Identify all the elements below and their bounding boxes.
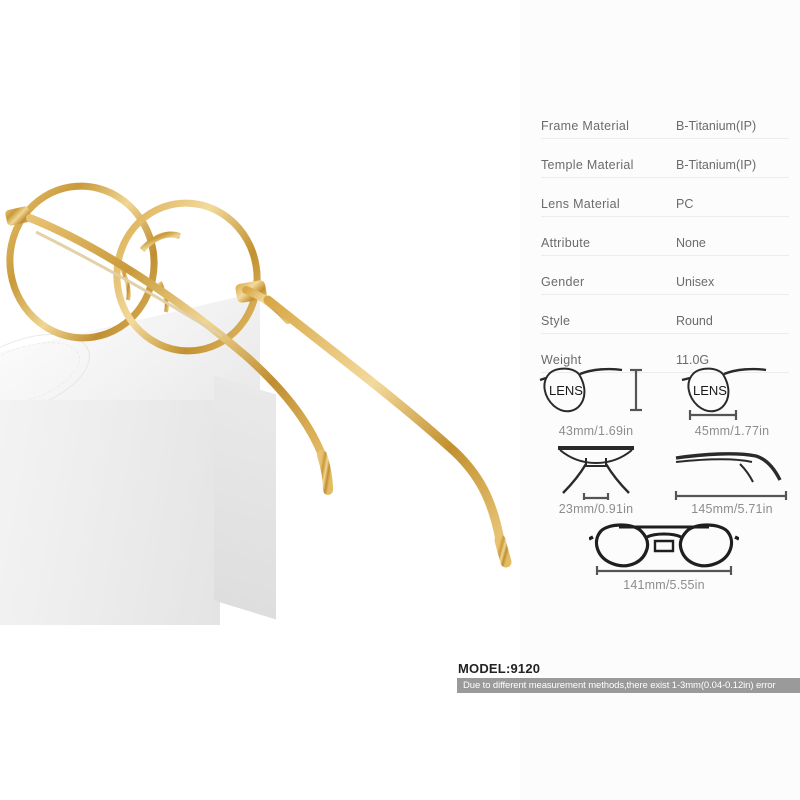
disclaimer-text: Due to different measurement methods,the… [463,680,776,691]
spec-value: B-Titanium(IP) [676,158,757,172]
lens-label: LENS [693,383,727,398]
table-row: Temple Material B-Titanium(IP) [541,139,789,178]
spec-label: Temple Material [541,158,634,172]
dimension-lens-height: LENS 43mm/1.69in [528,360,664,438]
table-row: Attribute None [541,217,789,256]
spec-table: Frame Material B-Titanium(IP) Temple Mat… [541,100,789,373]
dimension-value: 45mm/1.77in [694,424,770,438]
left-lens-rim [6,182,158,342]
product-photo [0,0,520,800]
lens-width-icon: LENS [681,367,767,420]
dimension-value: 141mm/5.55in [623,578,705,592]
dimension-diagrams: LENS 43mm/1.69in LENS 45mm/1.77in 23mm/0… [528,360,800,592]
eyeglasses-photo-illustration [5,182,512,568]
spec-label: Style [541,314,571,328]
dimension-frame-width: 141mm/5.55in [528,520,800,592]
product-spec-image: Frame Material B-Titanium(IP) Temple Mat… [0,0,800,800]
spec-value: PC [676,197,694,211]
dimension-temple-length: 145mm/5.71in [664,438,800,516]
dimension-row: 23mm/0.91in 145mm/5.71in [528,438,800,516]
spec-label: Lens Material [541,197,620,211]
spec-value: None [676,236,706,250]
measurement-disclaimer-bar: Due to different measurement methods,the… [457,678,800,693]
dimension-row: LENS 43mm/1.69in LENS 45mm/1.77in [528,360,800,438]
spec-value: Round [676,314,713,328]
dimension-bridge-width: 23mm/0.91in [528,438,664,516]
temple-tip-right [494,534,512,568]
spec-label: Attribute [541,236,591,250]
table-row: Frame Material B-Titanium(IP) [541,100,789,139]
bridge-icon [558,446,634,500]
table-row: Lens Material PC [541,178,789,217]
spec-label: Gender [541,275,585,289]
full-frame-icon [589,523,739,575]
table-row: Gender Unisex [541,256,789,295]
dimension-lens-width: LENS 45mm/1.77in [664,360,800,438]
model-number: MODEL:9120 [458,661,541,676]
lens-label: LENS [549,383,583,398]
dimension-value: 145mm/5.71in [691,502,773,516]
lens-height-icon: LENS [539,367,642,413]
spec-label: Frame Material [541,119,630,133]
table-row: Style Round [541,295,789,334]
dimension-value: 43mm/1.69in [558,424,634,438]
spec-value: B-Titanium(IP) [676,119,757,133]
right-lens-rim [113,199,261,355]
dimension-value: 23mm/0.91in [558,502,634,516]
temple-icon [674,452,788,500]
spec-value: Unisex [676,275,715,289]
temple-tip-left [317,450,333,495]
